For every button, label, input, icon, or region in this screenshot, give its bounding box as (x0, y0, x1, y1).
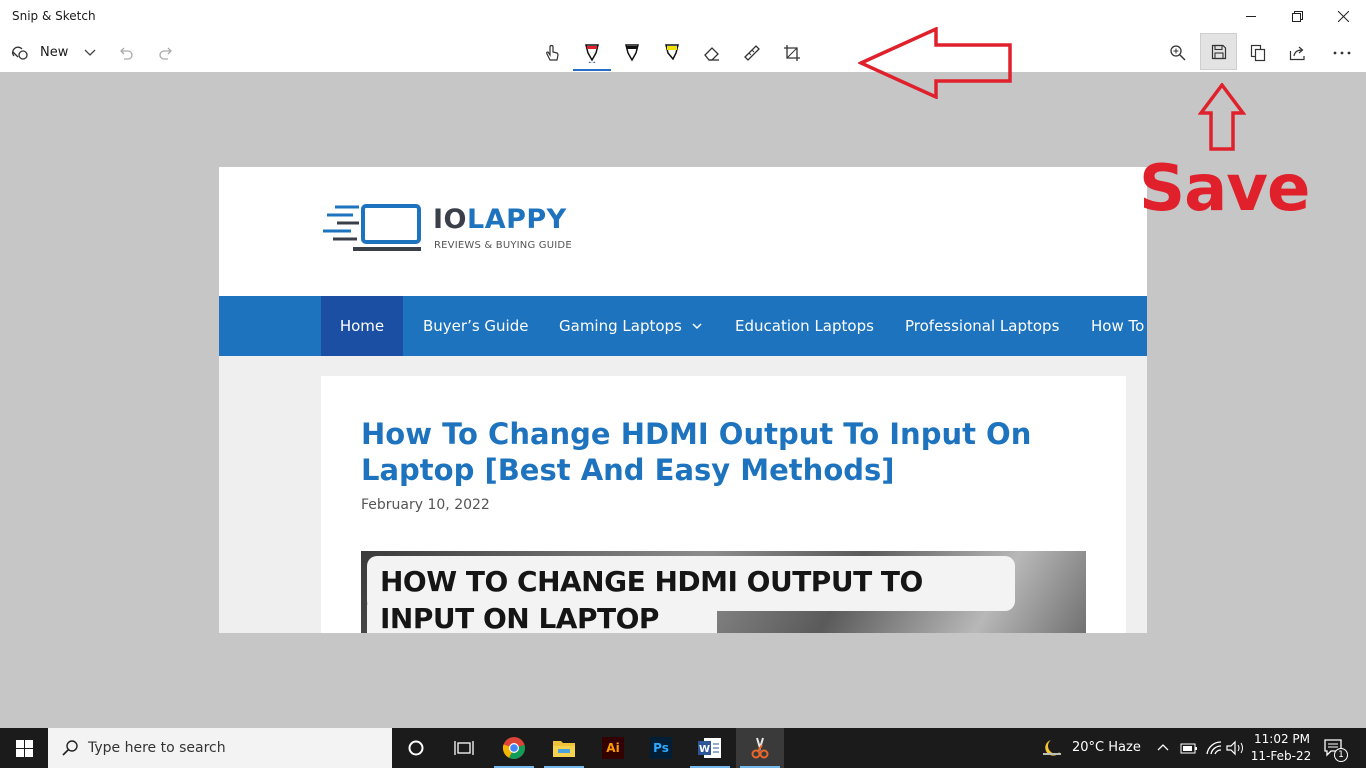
article-card: How To Change HDMI Output To Input On La… (321, 376, 1126, 633)
battery-icon[interactable] (1180, 740, 1198, 756)
post-date: February 10, 2022 (361, 497, 490, 513)
pencil-icon (625, 44, 639, 62)
featured-image-line-2: INPUT ON LAPTOP (380, 602, 659, 633)
site-logo-text[interactable]: IOLAPPY (433, 204, 567, 235)
search-placeholder: Type here to search (88, 740, 226, 756)
nav-buyers-guide[interactable]: Buyer’s Guide (423, 296, 528, 356)
illustrator-icon: Ai (602, 737, 624, 759)
crop-icon (784, 45, 800, 61)
zoom-icon (1170, 45, 1186, 61)
save-icon (1211, 44, 1226, 59)
clock-time[interactable]: 11:02 PM (1254, 732, 1310, 746)
chevron-down-icon (84, 49, 96, 56)
new-snip-button[interactable]: New (10, 40, 68, 64)
save-button[interactable] (1200, 33, 1237, 70)
nav-how-to[interactable]: How To (1091, 296, 1144, 356)
new-label: New (40, 44, 69, 60)
post-title[interactable]: How To Change HDMI Output To Input On La… (361, 416, 1061, 488)
logo-tagline: REVIEWS & BUYING GUIDE (434, 240, 572, 251)
crop-button[interactable] (776, 38, 808, 68)
taskbar-chrome[interactable] (490, 728, 538, 768)
minimize-icon (1246, 16, 1256, 17)
highlighter-icon (665, 44, 679, 61)
logo-text-io: IO (433, 204, 467, 235)
featured-image[interactable]: HOW TO CHANGE HDMI OUTPUT TO INPUT ON LA… (361, 551, 1086, 633)
nav-gaming-laptops[interactable]: Gaming Laptops (559, 296, 702, 356)
captured-screenshot: IOLAPPY REVIEWS & BUYING GUIDE Home Buye… (219, 167, 1147, 633)
share-icon (1289, 46, 1305, 61)
copy-icon (1250, 44, 1266, 62)
cortana-icon (408, 740, 424, 756)
clock-date[interactable]: 11-Feb-22 (1250, 749, 1312, 763)
weather-text[interactable]: 20°C Haze (1072, 740, 1141, 755)
cortana-button[interactable] (392, 728, 440, 768)
undo-button[interactable] (110, 38, 142, 68)
more-button[interactable] (1326, 38, 1358, 68)
restore-icon (1291, 10, 1303, 22)
redo-icon (159, 47, 172, 60)
redo-button[interactable] (150, 38, 182, 68)
nav-gaming-laptops-label: Gaming Laptops (559, 317, 682, 335)
photoshop-icon: Ps (650, 737, 672, 759)
share-button[interactable] (1282, 38, 1314, 68)
nav-professional-laptops[interactable]: Professional Laptops (905, 296, 1059, 356)
nav-home[interactable]: Home (321, 296, 403, 356)
file-explorer-icon (553, 741, 575, 757)
search-icon (62, 740, 78, 756)
copy-button[interactable] (1242, 38, 1274, 68)
taskbar: Type here to search Ai Ps W 20°C Haze 11… (0, 728, 1366, 768)
word-icon: W (698, 738, 721, 758)
more-icon (1333, 51, 1351, 55)
taskbar-snip-sketch[interactable] (736, 728, 784, 768)
chevron-down-icon (692, 322, 702, 329)
eraser-icon (704, 47, 719, 61)
restore-button[interactable] (1274, 0, 1320, 32)
logo-laptop-icon (323, 204, 421, 251)
taskbar-file-explorer[interactable] (540, 728, 588, 768)
undo-icon (120, 47, 133, 60)
window-title: Snip & Sketch (12, 9, 96, 23)
windows-start-icon (15, 739, 33, 757)
ruler-button[interactable] (736, 38, 768, 68)
ruler-icon (744, 45, 760, 61)
selected-tool-indicator (573, 69, 611, 71)
minimize-button[interactable] (1228, 0, 1274, 32)
svg-text:W: W (699, 744, 710, 755)
taskbar-word[interactable]: W (686, 728, 734, 768)
chevron-up-icon[interactable] (1157, 743, 1169, 751)
task-view-button[interactable] (440, 728, 488, 768)
nav-education-laptops[interactable]: Education Laptops (735, 296, 874, 356)
weather-moon-icon[interactable] (1040, 738, 1064, 758)
site-nav: Home Buyer’s Guide Gaming Laptops Educat… (219, 296, 1147, 356)
featured-image-text: HOW TO CHANGE HDMI OUTPUT TO INPUT ON LA… (380, 563, 923, 633)
ballpoint-pen-button[interactable] (576, 38, 608, 68)
task-view-icon (454, 741, 474, 755)
chrome-icon (502, 737, 525, 759)
logo-text-lappy: LAPPY (467, 204, 567, 235)
taskbar-illustrator[interactable]: Ai (589, 728, 637, 768)
close-button[interactable] (1320, 0, 1366, 32)
featured-image-line-1: HOW TO CHANGE HDMI OUTPUT TO (380, 565, 923, 598)
pencil-button[interactable] (616, 38, 648, 68)
notification-count-badge: 1 (1334, 748, 1348, 762)
volume-icon[interactable] (1226, 740, 1246, 756)
save-annotation-text: Save (1139, 152, 1310, 226)
start-button[interactable] (0, 728, 48, 768)
ballpoint-pen-icon (585, 44, 599, 63)
eraser-button[interactable] (696, 38, 728, 68)
close-icon (1337, 10, 1349, 22)
new-options-button[interactable] (74, 38, 106, 68)
snip-sketch-icon (751, 737, 769, 759)
app-toolbar: Snip & Sketch New (0, 0, 1366, 72)
highlighter-button[interactable] (656, 38, 688, 68)
taskbar-search-box[interactable]: Type here to search (48, 728, 392, 768)
touch-writing-icon (546, 44, 559, 61)
left-arrow-annotation (858, 27, 1012, 99)
touch-writing-button[interactable] (536, 38, 568, 68)
zoom-button[interactable] (1162, 38, 1194, 68)
taskbar-photoshop[interactable]: Ps (637, 728, 685, 768)
wifi-icon[interactable] (1205, 740, 1223, 756)
up-arrow-annotation (1198, 83, 1246, 151)
new-snip-icon (12, 46, 28, 60)
